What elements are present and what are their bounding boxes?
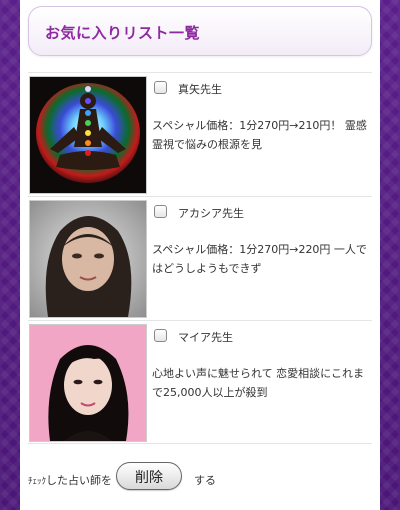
list-item: 真矢先生 スペシャル価格：1分270円→210円！ 霊感霊視で悩みの根源を見 — [28, 72, 372, 196]
delete-instruction: ﾁｪｯｸした占い師を — [28, 472, 112, 488]
delete-button[interactable]: 削除 — [116, 462, 182, 490]
fortune-teller-description: スペシャル価格：1分270円→220円 一人ではどうしようもできず — [152, 243, 367, 275]
portrait-woman-image — [30, 325, 146, 441]
list-item: アカシア先生 スペシャル価格：1分270円→220円 一人ではどうしようもできず — [28, 196, 372, 320]
list-item: マイア先生 心地よい声に魅せられて 恋愛相談にこれまで25,000人以上が殺到 — [28, 320, 372, 444]
fortune-teller-photo[interactable] — [30, 77, 146, 193]
select-checkbox[interactable] — [154, 81, 167, 94]
fortune-teller-name[interactable]: マイア先生 — [178, 329, 233, 345]
portrait-woman-image — [30, 201, 146, 317]
page-header: お気に入りリスト一覧 — [28, 6, 372, 56]
select-checkbox[interactable] — [154, 329, 167, 342]
check-label: ﾁｪｯｸ — [28, 477, 47, 487]
fortune-teller-description: スペシャル価格：1分270円→210円！ 霊感霊視で悩みの根源を見 — [152, 119, 367, 151]
delete-suffix-text: する — [194, 474, 216, 487]
favorites-list: 真矢先生 スペシャル価格：1分270円→210円！ 霊感霊視で悩みの根源を見 ア… — [28, 72, 372, 444]
fortune-teller-photo[interactable] — [30, 201, 146, 317]
fortune-teller-photo[interactable] — [30, 325, 146, 441]
fortune-teller-name[interactable]: アカシア先生 — [178, 205, 244, 221]
delete-footer: ﾁｪｯｸした占い師を 削除 する — [28, 462, 372, 492]
fortune-teller-description: 心地よい声に魅せられて 恋愛相談にこれまで25,000人以上が殺到 — [152, 367, 364, 399]
chakra-meditation-image — [30, 77, 146, 193]
select-checkbox[interactable] — [154, 205, 167, 218]
delete-instruction-text: した占い師を — [46, 474, 113, 487]
fortune-teller-name[interactable]: 真矢先生 — [178, 81, 222, 97]
page-title: お気に入りリスト一覧 — [45, 24, 201, 42]
